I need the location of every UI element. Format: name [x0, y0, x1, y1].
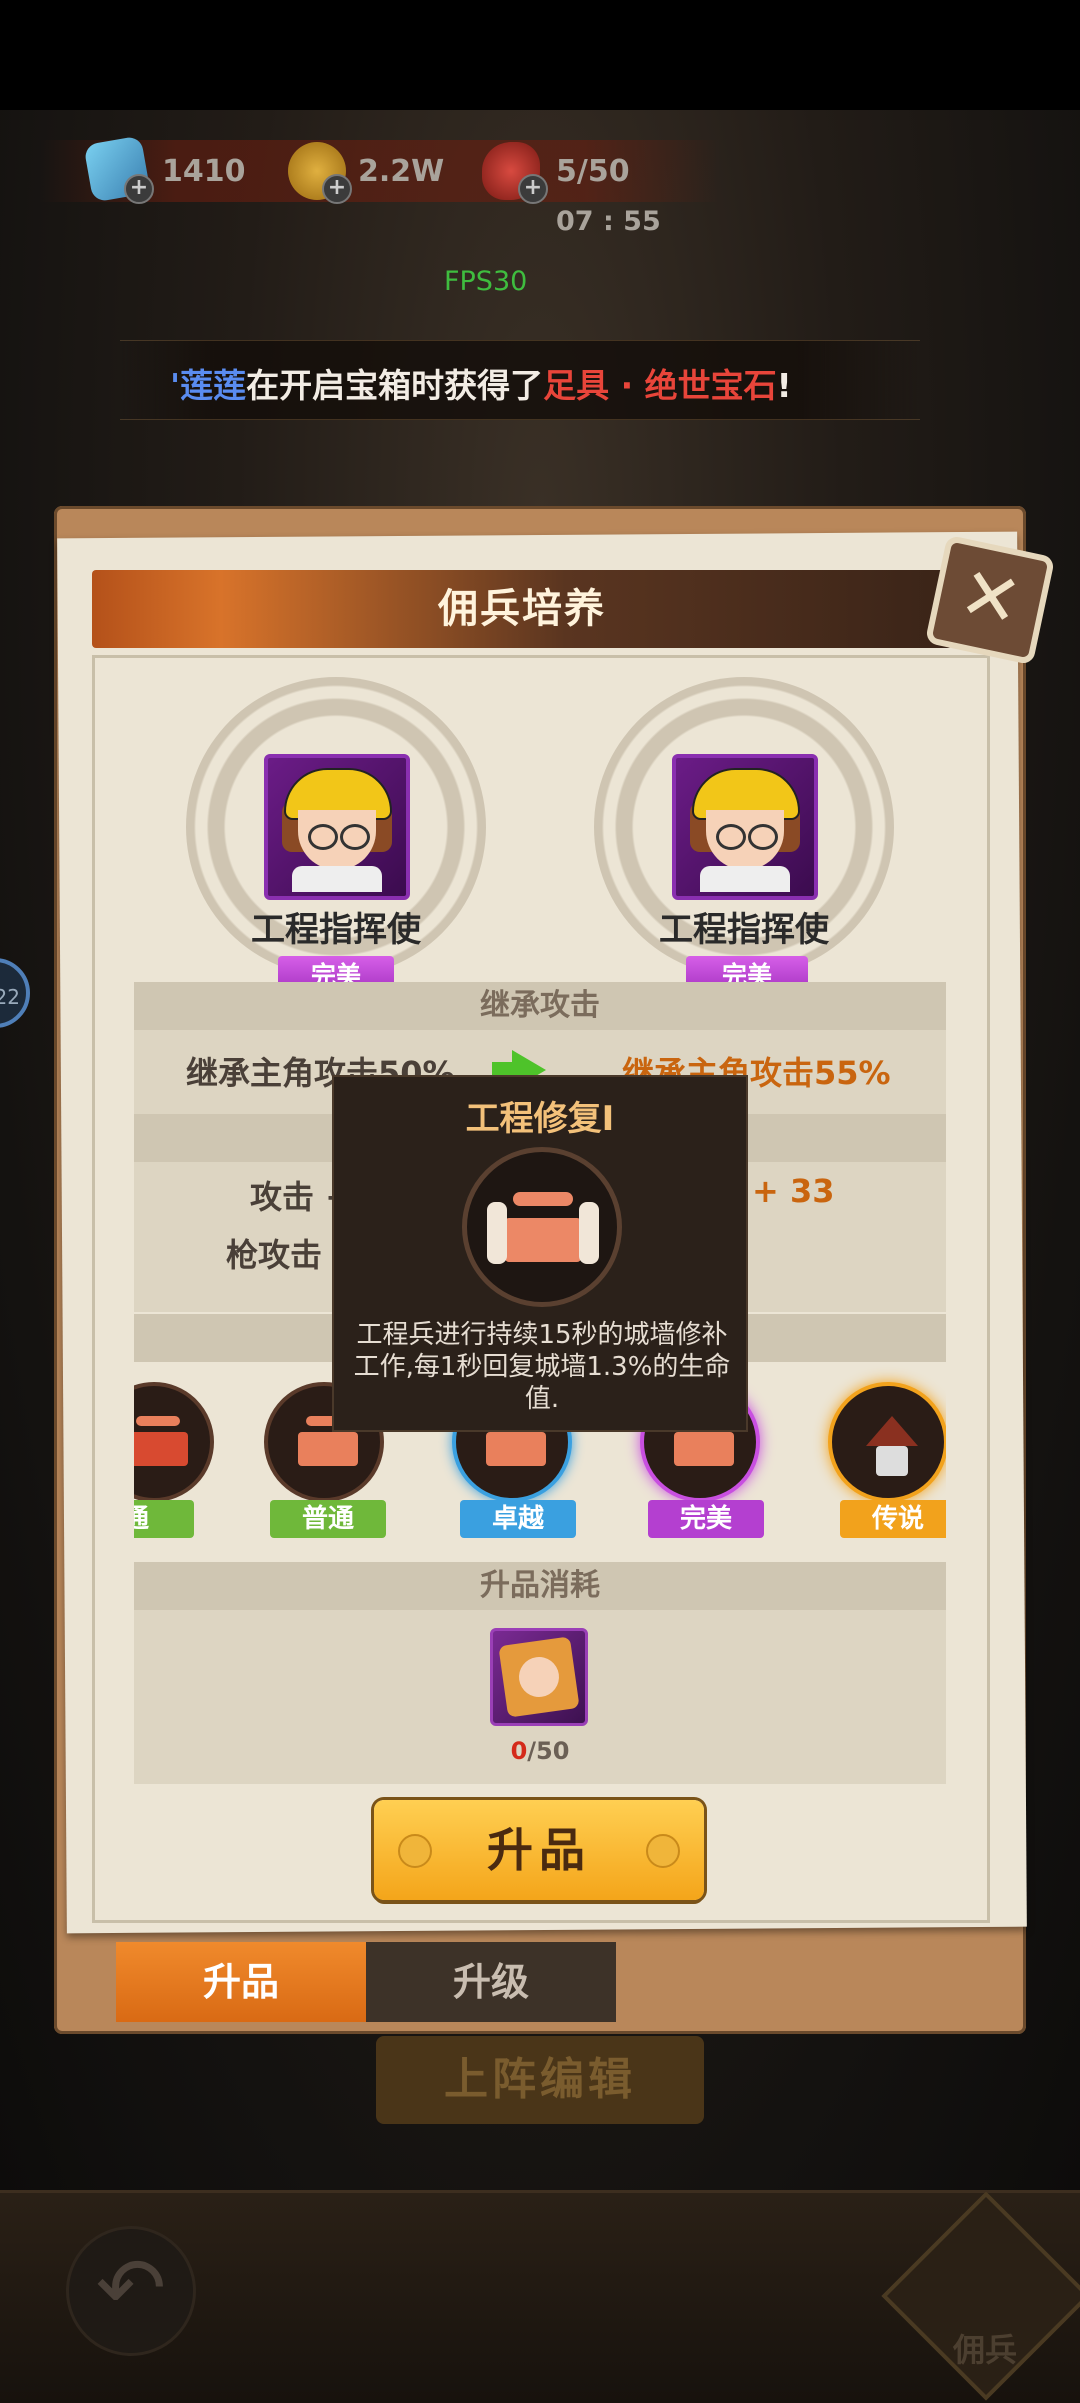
broadcast-ticker: '莲莲在开启宝箱时获得了足具 · 绝世宝石! — [120, 340, 920, 420]
fps-counter: FPS30 — [444, 266, 528, 297]
add-stamina-button[interactable]: + — [518, 174, 548, 204]
skill-label-4: 完美 — [648, 1500, 764, 1538]
hero-name-current: 工程指挥使 — [251, 910, 421, 950]
upgrade-button-label: 升品 — [487, 1823, 591, 1877]
tooltip-description: 工程兵进行持续15秒的城墙修补工作,每1秒回复城墙1.3%的生命值. — [353, 1320, 731, 1414]
repair-skill-icon — [462, 1147, 622, 1307]
ticker-item: 足具 · 绝世宝石 — [543, 366, 777, 405]
gem-count: 1410 — [162, 154, 246, 189]
deploy-edit-button[interactable]: 上阵编辑 — [376, 2036, 704, 2124]
tab-grade[interactable]: 升品 — [116, 1942, 366, 2022]
skill-slot-1[interactable] — [134, 1382, 214, 1502]
skill-label-2: 普通 — [270, 1500, 386, 1538]
button-ornament-right — [646, 1834, 680, 1868]
status-bar — [0, 0, 1080, 110]
fragment-need: /50 — [527, 1737, 570, 1765]
button-ornament-left — [398, 1834, 432, 1868]
skill-tooltip: 工程修复Ⅰ 工程兵进行持续15秒的城墙修补工作,每1秒回复城墙1.3%的生命值. — [332, 1075, 748, 1432]
ticker-suffix: ! — [776, 366, 792, 405]
upgrade-grade-button[interactable]: 升品 — [374, 1800, 704, 1900]
hero-portrait-current[interactable] — [264, 754, 410, 900]
ticker-player: 莲莲 — [180, 366, 247, 405]
ticker-text: 在开启宝箱时获得了 — [246, 366, 544, 405]
skill-label-1: 通 — [134, 1500, 194, 1538]
mercenary-label: 佣兵 — [952, 2331, 1017, 2369]
hero-fragment-icon[interactable] — [490, 1628, 588, 1726]
stamina-count: 5/50 — [556, 154, 630, 189]
panel-title: 佣兵培养 — [438, 586, 606, 632]
hero-portrait-next[interactable] — [672, 754, 818, 900]
fragment-count: 0/50 — [490, 1737, 590, 1765]
add-coins-button[interactable]: + — [322, 174, 352, 204]
tab-level[interactable]: 升级 — [366, 1942, 616, 2022]
attack-next: + 33 — [752, 1172, 835, 1210]
fragment-have: 0 — [510, 1737, 528, 1765]
tooltip-title: 工程修复Ⅰ — [465, 1099, 615, 1139]
back-arrow-icon[interactable]: ↶ — [66, 2226, 196, 2356]
stamina-timer: 07 : 55 — [556, 206, 661, 237]
inherit-header: 继承攻击 — [134, 982, 946, 1030]
gun-attack-label: 枪攻击 — [226, 1236, 323, 1274]
lock-icon[interactable] — [828, 1382, 946, 1502]
hero-name-next: 工程指挥使 — [659, 910, 829, 950]
coin-count: 2.2W — [358, 154, 445, 189]
ticker-prefix: ' — [170, 366, 181, 405]
skill-label-3: 卓越 — [460, 1500, 576, 1538]
skill-label-5: 传说 — [840, 1500, 946, 1538]
add-gems-button[interactable]: + — [124, 174, 154, 204]
close-icon[interactable]: ✕ — [924, 534, 1056, 666]
cost-header: 升品消耗 — [134, 1562, 946, 1610]
